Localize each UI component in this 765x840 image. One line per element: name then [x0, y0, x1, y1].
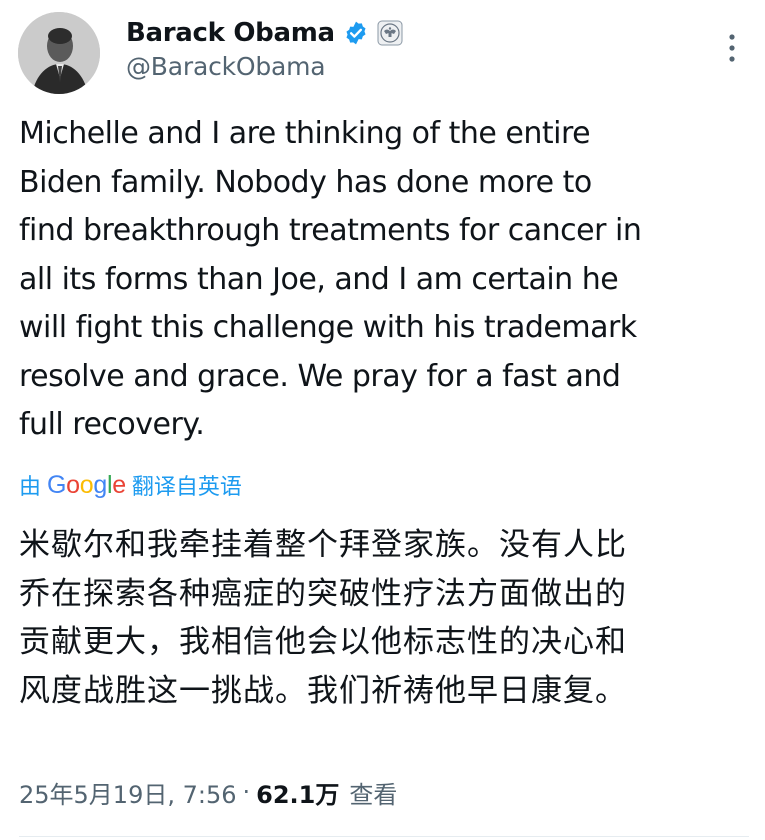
divider — [19, 836, 749, 837]
translation-suffix: 翻译自英语 — [131, 475, 242, 500]
author-info: Barack Obama @BarackObama — [126, 16, 403, 81]
tweet-card: Barack Obama @BarackObama Michelle and I… — [0, 0, 765, 840]
views-label[interactable]: 查看 — [349, 775, 397, 810]
presidential-seal-icon[interactable] — [377, 20, 403, 46]
tweet-meta: 25年5月19日, 7:56 · 62.1万 查看 — [19, 772, 397, 812]
tweet-timestamp[interactable]: 25年5月19日, 7:56 — [19, 775, 237, 810]
avatar[interactable] — [18, 12, 100, 94]
meta-separator: · — [242, 778, 251, 806]
translation-prefix: 由 — [19, 475, 42, 500]
tweet-text: Michelle and I are thinking of the entir… — [19, 116, 642, 442]
author-display-name[interactable]: Barack Obama — [126, 18, 335, 48]
name-line: Barack Obama — [126, 16, 403, 50]
google-logo: Google — [47, 470, 126, 499]
translation-attribution[interactable]: 由 Google 翻译自英语 — [19, 468, 242, 502]
translated-tweet-text: 米歇尔和我牵挂着整个拜登家族。没有人比 乔在探索各种癌症的突破性疗法方面做出的 … — [19, 527, 627, 709]
tweet-header: Barack Obama @BarackObama — [18, 12, 748, 96]
author-handle[interactable]: @BarackObama — [126, 52, 403, 81]
more-options-icon[interactable] — [722, 28, 742, 68]
verified-check-icon[interactable] — [343, 20, 369, 46]
views-count[interactable]: 62.1万 — [256, 775, 339, 810]
